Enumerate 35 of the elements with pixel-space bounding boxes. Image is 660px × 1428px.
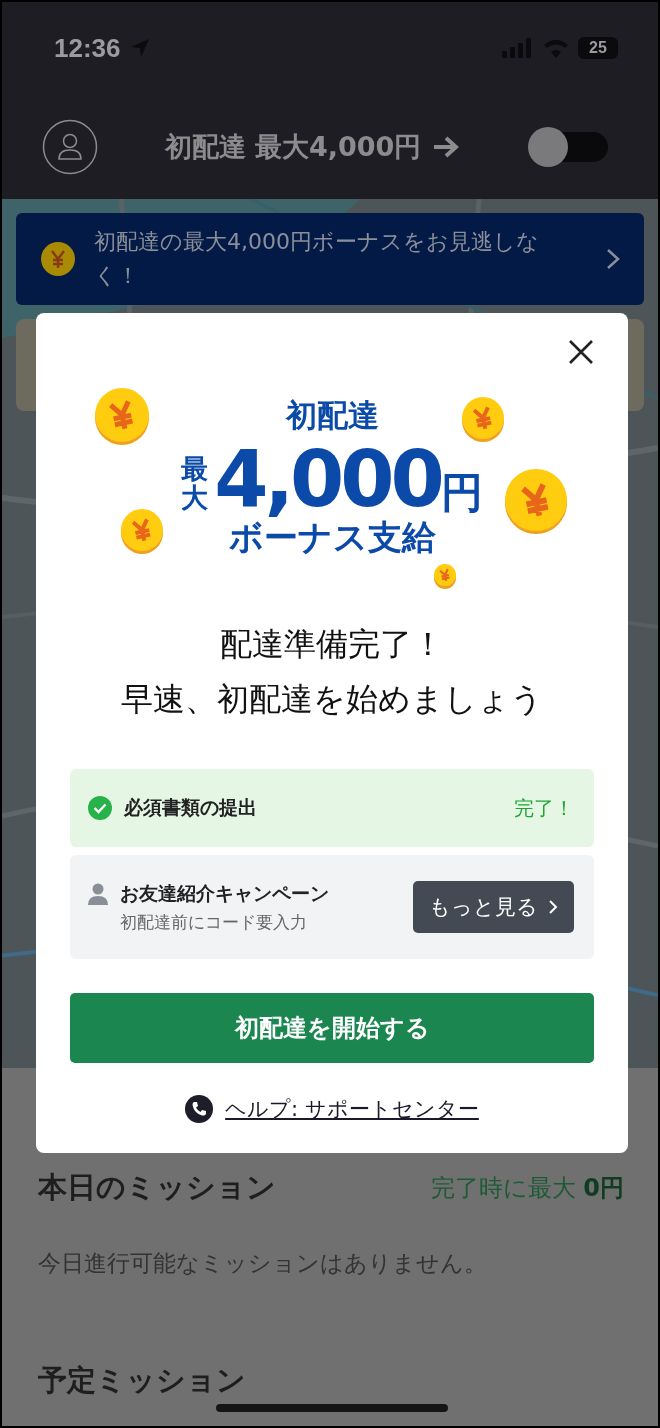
chevron-right-icon	[606, 248, 620, 270]
profile-avatar-icon[interactable]	[42, 118, 98, 175]
close-icon[interactable]	[568, 339, 594, 365]
task-title: 必須書類の提出	[124, 795, 257, 820]
see-more-button[interactable]: もっと見る	[413, 881, 574, 933]
bonus-title: 初配達	[285, 396, 379, 435]
support-center-link[interactable]: ヘルプ: サポートセンター	[225, 1095, 479, 1123]
phone-icon	[185, 1095, 214, 1123]
coin-icon	[502, 467, 570, 535]
coin-icon	[118, 507, 166, 555]
coin-icon	[459, 395, 507, 443]
bonus-unit: 円	[440, 468, 483, 519]
coin-icon	[431, 562, 459, 590]
start-delivery-button[interactable]: 初配達を開始する	[70, 993, 594, 1063]
check-circle-icon	[88, 796, 112, 820]
header-title[interactable]: 初配達 最大4,000円	[164, 128, 422, 165]
section-title: 本日のミッション	[38, 1169, 276, 1206]
task-status: 完了！	[514, 794, 574, 822]
task-title: お友達紹介キャンペーン	[120, 880, 329, 906]
headline: 配達準備完了！	[219, 624, 445, 665]
coin-icon	[92, 386, 152, 446]
bonus-prefix: 最大	[181, 453, 209, 513]
yen-coin-icon	[40, 241, 76, 277]
promo-banner[interactable]: 初配達の最大4,000円ボーナスをお見逃しなく！	[16, 213, 644, 305]
task-subtitle: 初配達前にコード要入力	[120, 910, 308, 934]
banner-text: 初配達の最大4,000円ボーナスをお見逃しなく！	[94, 228, 540, 290]
chevron-right-icon	[548, 899, 558, 915]
battery-level: 25	[578, 37, 618, 59]
headline: 早速、初配達を始めましょう	[120, 679, 544, 720]
reward-text: 完了時に最大 0円	[430, 1173, 624, 1204]
bonus-subtitle: ボーナス支給	[228, 517, 436, 557]
empty-state-text: 今日進行可能なミッションはありません。	[38, 1249, 488, 1278]
person-icon	[88, 883, 108, 905]
section-title: 予定ミッション	[38, 1362, 247, 1399]
clock-time: 12:36	[54, 32, 121, 64]
